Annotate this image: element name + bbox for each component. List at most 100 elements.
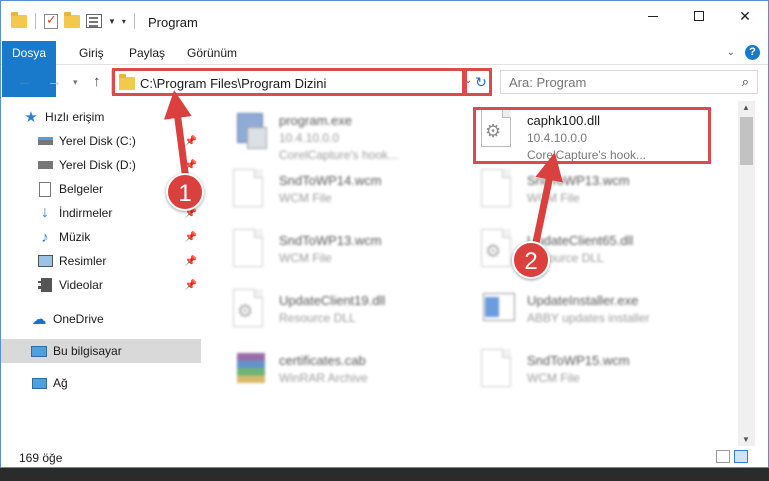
sidebar-item-videos[interactable]: Videolar 📌 <box>37 273 201 297</box>
sidebar-item-this-pc[interactable]: Bu bilgisayar <box>1 339 201 363</box>
pin-icon[interactable]: 📌 <box>185 280 197 291</box>
dll-icon: ⚙ <box>233 289 269 335</box>
cloud-icon: ☁ <box>31 311 47 328</box>
file-name: certificates.cab <box>279 353 366 368</box>
music-icon: ♪ <box>41 228 49 246</box>
file-type: WinRAR Archive <box>279 371 368 385</box>
sidebar-item-label: Bu bilgisayar <box>53 344 122 358</box>
pin-icon[interactable]: 📌 <box>185 136 197 147</box>
archive-icon <box>233 349 269 395</box>
chevron-down-icon[interactable]: ▼ <box>108 17 116 26</box>
refresh-highlight-box <box>464 68 492 96</box>
scroll-up-icon[interactable]: ▲ <box>742 103 750 112</box>
file-item[interactable]: certificates.cab WinRAR Archive <box>219 345 459 401</box>
maximize-button[interactable] <box>676 1 722 31</box>
up-icon[interactable]: ↑ <box>93 73 101 90</box>
file-item[interactable]: UpdateInstaller.exe ABBY updates install… <box>467 285 707 341</box>
separator <box>133 13 135 29</box>
file-icon <box>233 169 269 215</box>
view-options-icon[interactable] <box>86 14 102 28</box>
file-item[interactable]: SndToWP13.wcm WCM File <box>467 165 707 221</box>
sidebar-item-label: Müzik <box>59 230 91 244</box>
sidebar-item-label: Resimler <box>59 254 107 268</box>
dll-icon: ⚙ <box>481 229 517 275</box>
document-shape <box>481 349 511 387</box>
file-name: SndToWP15.wcm <box>527 353 630 368</box>
file-type: Resource DLL <box>279 311 356 325</box>
sidebar-item-music[interactable]: ♪ Müzik 📌 <box>37 225 201 249</box>
sidebar-item-onedrive[interactable]: ☁ OneDrive <box>31 307 231 331</box>
file-type: WCM File <box>279 191 332 205</box>
pictures-icon <box>37 253 53 269</box>
item-count: 169 öğe <box>19 451 63 465</box>
tab-home[interactable]: Giriş <box>65 41 118 65</box>
sidebar-item-pictures[interactable]: Resimler 📌 <box>37 249 201 273</box>
recent-locations-icon[interactable]: ▾ <box>73 77 78 88</box>
scroll-down-icon[interactable]: ▼ <box>742 435 750 444</box>
folder-icon[interactable] <box>11 11 27 28</box>
pin-icon[interactable]: 📌 <box>185 256 197 267</box>
window-controls: ✕ <box>630 1 768 31</box>
file-item[interactable]: program.exe 10.4.10.0.0 CorelCapture's h… <box>219 105 459 162</box>
sidebar-item-label: Belgeler <box>59 182 104 196</box>
vertical-scrollbar[interactable]: ▲ ▼ <box>738 101 755 446</box>
gear-icon: ⚙ <box>485 241 502 261</box>
sidebar-item-quick-access[interactable]: ★ Hızlı erişim <box>23 105 223 129</box>
sidebar-item-label: Videolar <box>59 278 103 292</box>
gear-icon: ⚙ <box>237 301 254 321</box>
address-highlight-box <box>112 68 465 96</box>
sidebar-item-local-disk-d[interactable]: Yerel Disk (D:) 📌 <box>37 153 201 177</box>
search-box[interactable]: ⌕ <box>500 70 758 94</box>
explorer-window: ▼ ▾ Program ✕ Dosya Giriş Paylaş Görünüm… <box>0 0 769 468</box>
details-view-icon[interactable] <box>716 450 730 463</box>
file-item[interactable]: SndToWP15.wcm WCM File <box>467 345 707 401</box>
star-icon: ★ <box>24 109 38 126</box>
search-icon[interactable]: ⌕ <box>742 74 749 90</box>
file-type: WCM File <box>279 251 332 265</box>
properties-check-icon[interactable] <box>44 12 58 29</box>
step-marker-1: 1 <box>166 173 204 211</box>
file-type: WCM File <box>527 191 580 205</box>
file-item[interactable]: ⚙ UpdateClient19.dll Resource DLL <box>219 285 459 341</box>
exe-icon <box>233 109 269 155</box>
tab-share[interactable]: Paylaş <box>115 41 179 65</box>
file-item[interactable]: SndToWP14.wcm WCM File <box>219 165 459 221</box>
new-folder-icon[interactable] <box>64 11 80 28</box>
expand-ribbon-icon[interactable]: ⌄ <box>727 47 735 58</box>
download-icon: ↓ <box>41 204 49 221</box>
tab-view[interactable]: Görünüm <box>173 41 251 65</box>
sidebar-item-network[interactable]: Ağ <box>31 371 231 395</box>
file-item[interactable]: SndToWP13.wcm WCM File <box>219 225 459 281</box>
file-highlight-box <box>473 107 711 164</box>
computer-icon <box>31 343 47 359</box>
network-icon <box>31 375 47 391</box>
navigation-bar: ← → ▾ ↑ C:\Program Files\Program Dizini … <box>1 65 768 99</box>
pin-icon[interactable]: 📌 <box>185 232 197 243</box>
close-button[interactable]: ✕ <box>722 1 768 31</box>
tiles-view-icon[interactable] <box>734 450 748 463</box>
file-version: 10.4.10.0.0 <box>279 131 340 145</box>
file-icon <box>481 349 517 395</box>
file-name: SndToWP13.wcm <box>279 233 382 248</box>
navigation-pane: ★ Hızlı erişim Yerel Disk (C:) 📌 Yerel D… <box>1 105 206 445</box>
sidebar-item-label: Hızlı erişim <box>45 110 105 124</box>
document-shape <box>233 229 263 267</box>
file-list: program.exe 10.4.10.0.0 CorelCapture's h… <box>209 101 739 441</box>
video-icon <box>37 277 53 293</box>
search-input[interactable] <box>509 75 729 90</box>
quick-access-toolbar: ▼ ▾ <box>11 11 137 29</box>
minimize-button[interactable] <box>630 1 676 31</box>
customize-toolbar-icon[interactable]: ▾ <box>122 17 126 26</box>
forward-icon[interactable]: → <box>47 73 62 90</box>
pin-icon[interactable]: 📌 <box>185 160 197 171</box>
document-shape <box>233 169 263 207</box>
file-name: SndToWP13.wcm <box>527 173 630 188</box>
scrollbar-thumb[interactable] <box>740 117 753 165</box>
sidebar-item-label: Ağ <box>53 376 68 390</box>
back-icon[interactable]: ← <box>17 73 32 90</box>
help-icon[interactable]: ? <box>745 45 760 60</box>
file-item[interactable]: ⚙ UpdateClient65.dll Resource DLL <box>467 225 707 281</box>
file-name: UpdateInstaller.exe <box>527 293 639 308</box>
sidebar-item-local-disk-c[interactable]: Yerel Disk (C:) 📌 <box>37 129 201 153</box>
file-name: program.exe <box>279 113 352 128</box>
